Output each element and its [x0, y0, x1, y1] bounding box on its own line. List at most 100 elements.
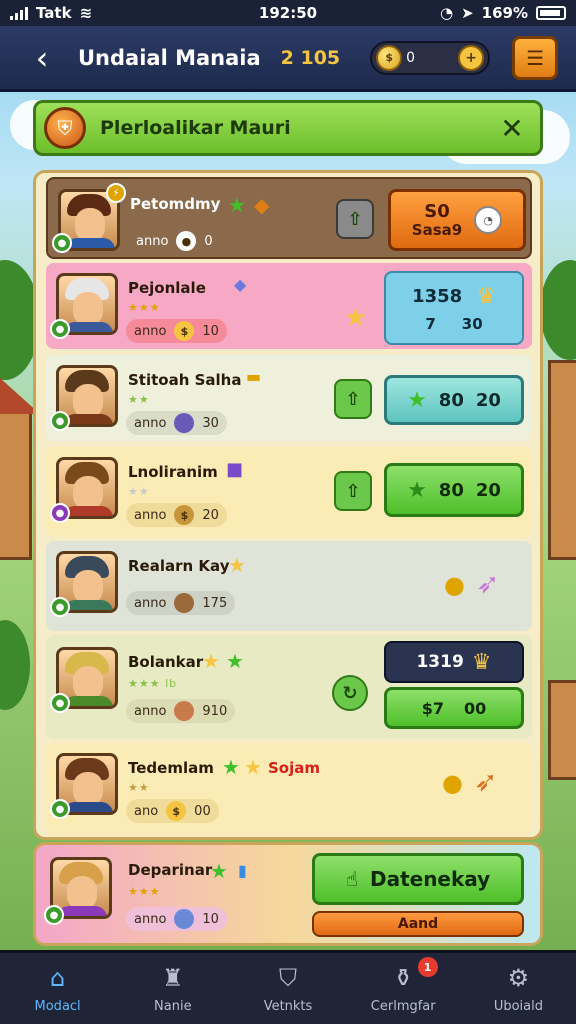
- badge-value: 1319: [416, 652, 464, 672]
- player-name: Deparinar: [128, 861, 213, 879]
- bolt-badge-icon: ⚡: [106, 183, 126, 203]
- nav-item-home[interactable]: ⌂ Modacl: [0, 953, 115, 1024]
- home-icon: ⌂: [49, 964, 66, 992]
- list-item[interactable]: ● ⚡ Petomdmy ★ ◆ anno ● 0 ⇧ S0 Sasa9 ◔: [46, 177, 532, 259]
- close-button[interactable]: ✕: [492, 108, 532, 148]
- coin-icon: [174, 593, 195, 613]
- level-badge-icon: ●: [50, 319, 70, 339]
- nav-item-shield[interactable]: ⛉ Vetnkts: [230, 953, 345, 1024]
- list-item[interactable]: ● Bolankar ★ ★ ★★★ lb anno 910 ↻ 1319 ♛ …: [46, 635, 532, 739]
- coin-icon: $: [376, 44, 403, 71]
- house: [0, 410, 32, 560]
- clock: 192:50: [258, 4, 318, 22]
- banner-title: Plerloalikar Mauri: [100, 117, 291, 139]
- player-name: Stitoah Salha: [128, 371, 242, 389]
- player-name: Tedemlam: [128, 759, 214, 777]
- nav-item-castle[interactable]: ♜ Nanie: [115, 953, 230, 1024]
- arrow-up-icon: ⇧: [345, 388, 361, 410]
- feather-icon: ➶: [476, 567, 500, 600]
- location-icon: ➤: [461, 4, 474, 22]
- list-item[interactable]: ● Tedemlam ★ ★ Sojam ★★ ano $ 00 ● ➶: [46, 743, 532, 835]
- star-icon: ★: [202, 649, 220, 673]
- stats-value: 20: [202, 507, 219, 523]
- current-player-card[interactable]: ● Deparinar ★ ▮ ★★★ anno 10 ☝ Datenekay …: [33, 842, 543, 946]
- carrier-label: Tatk: [36, 4, 72, 22]
- stats-value: 0: [204, 233, 213, 249]
- stats-pill: anno 30: [126, 411, 227, 435]
- coin-balance: $ 0 +: [370, 40, 491, 75]
- button-left: 80: [438, 389, 464, 411]
- coin-icon: ●: [442, 769, 463, 797]
- close-icon: ✕: [500, 111, 524, 145]
- player-list-panel: ● ⚡ Petomdmy ★ ◆ anno ● 0 ⇧ S0 Sasa9 ◔ ●…: [33, 170, 543, 840]
- stats-value: 10: [202, 323, 219, 339]
- stats-label: ano: [134, 803, 159, 819]
- star-icon: ★: [228, 193, 246, 217]
- star-icon: ★: [244, 755, 262, 779]
- level-badge-icon: ●: [52, 233, 72, 253]
- shield-icon: ⛉: [279, 964, 297, 992]
- stats-label: anno: [134, 415, 167, 431]
- gem-icon: ◆: [234, 275, 247, 294]
- banner: ⛨ Plerloalikar Mauri ✕: [33, 100, 543, 156]
- button-value: S0: [424, 200, 450, 222]
- button-left: $7: [421, 698, 444, 718]
- secondary-button[interactable]: Aand: [312, 911, 524, 937]
- coin-icon: $: [174, 321, 195, 341]
- player-name: Bolankar: [128, 653, 204, 671]
- nav-item-bag[interactable]: ⚱ 1 Cerlmgfar: [346, 953, 461, 1024]
- reward-button[interactable]: ★ 80 20: [384, 463, 524, 517]
- nav-item-settings[interactable]: ⚙ Uboiald: [461, 953, 576, 1024]
- tree: [0, 620, 30, 710]
- coin-icon: ●: [176, 231, 197, 251]
- player-name: Pejonlale: [128, 279, 206, 297]
- list-item[interactable]: ● Realarn Kay ★ anno 175 ● ➶: [46, 541, 532, 631]
- stats-value: 30: [202, 415, 219, 431]
- stats-pill: anno $ 20: [126, 503, 227, 527]
- alarm-icon: ◔: [439, 4, 454, 22]
- upgrade-button[interactable]: ⇧: [334, 471, 372, 511]
- coin-icon: ●: [444, 571, 465, 599]
- star-icon: ★: [344, 303, 368, 333]
- chest-icon: ▬: [246, 367, 262, 386]
- list-item[interactable]: ● Pejonlale ◆ ★★★ anno $ 10 ★ 1358 ♛ 7 3…: [46, 263, 532, 349]
- bottom-nav: ⌂ Modacl ♜ Nanie ⛉ Vetnkts ⚱ 1 Cerlmgfar…: [0, 950, 576, 1024]
- signal-icon: [10, 6, 28, 20]
- add-coins-button[interactable]: +: [458, 44, 485, 71]
- stats-pill: anno 910: [126, 699, 236, 723]
- confirm-button[interactable]: ☝ Datenekay: [312, 853, 524, 905]
- back-button[interactable]: ‹: [20, 36, 64, 80]
- reward-badge: 1358 ♛ 7 30: [384, 271, 524, 345]
- battery-icon: [536, 6, 566, 20]
- stats-label: anno: [134, 507, 167, 523]
- menu-button[interactable]: ☰: [512, 35, 559, 80]
- upgrade-button[interactable]: ⇧: [334, 379, 372, 419]
- refresh-button[interactable]: ↻: [332, 675, 368, 711]
- badge-right: 30: [461, 314, 483, 333]
- reward-button[interactable]: $7 00: [384, 687, 524, 729]
- bag-icon: ⚱: [393, 964, 414, 992]
- secondary-button-label: Aand: [397, 916, 439, 932]
- house: [548, 360, 576, 560]
- level-badge-icon: ●: [50, 411, 70, 431]
- select-button[interactable]: S0 Sasa9 ◔: [388, 189, 526, 251]
- upgrade-button[interactable]: ⇧: [336, 199, 374, 239]
- castle-icon: ♜: [162, 964, 184, 992]
- stats-pill: anno ● 0: [128, 229, 221, 253]
- orb-icon: [174, 413, 195, 433]
- coin-icon: $: [174, 505, 195, 525]
- notification-badge: 1: [417, 957, 438, 977]
- reward-button[interactable]: ★ 80 20: [384, 375, 524, 425]
- button-right: 20: [475, 389, 501, 411]
- stats-value: 175: [202, 595, 228, 611]
- gem-icon: ■: [226, 459, 244, 480]
- stats-pill: ano $ 00: [126, 799, 219, 823]
- list-item[interactable]: ● Stitoah Salha ▬ ★★ anno 30 ⇧ ★ 80 20: [46, 355, 532, 441]
- shield-emblem-icon: ⛨: [44, 107, 86, 149]
- stats-pill: anno $ 10: [126, 319, 227, 343]
- stats-value: 10: [202, 911, 219, 927]
- level-badge-icon: ●: [50, 597, 70, 617]
- coin-amount: 0: [406, 49, 416, 66]
- stats-value: 910: [202, 703, 228, 719]
- list-item[interactable]: ● Lnoliranim ■ ★★ anno $ 20 ⇧ ★ 80 20: [46, 447, 532, 537]
